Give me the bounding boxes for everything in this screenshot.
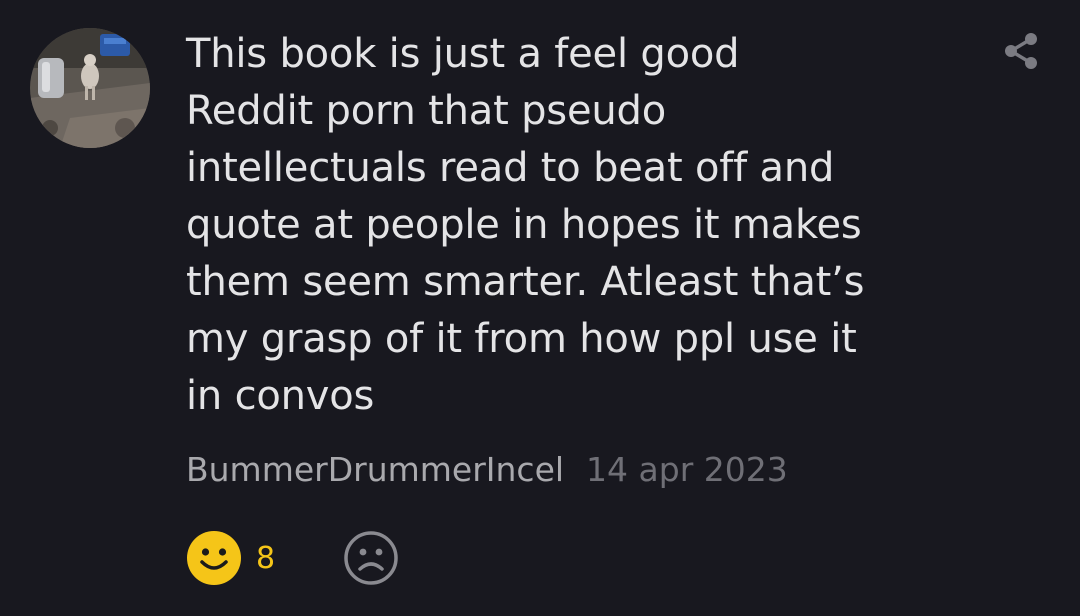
sad-face-icon xyxy=(344,531,398,585)
avatar-photo xyxy=(30,28,150,148)
like-count: 8 xyxy=(256,540,276,576)
smiley-face-icon xyxy=(187,531,241,585)
share-button[interactable] xyxy=(1000,30,1042,72)
author-name[interactable]: BummerDrummerIncel xyxy=(186,450,564,489)
like-button[interactable]: 8 xyxy=(186,530,275,586)
comment-meta: BummerDrummerIncel 14 apr 2023 xyxy=(186,446,788,494)
avatar[interactable] xyxy=(30,28,150,148)
share-icon xyxy=(1005,33,1037,69)
dislike-button[interactable] xyxy=(343,530,399,586)
comment-text: This book is just a feel good Reddit por… xyxy=(186,31,865,419)
comment-date: 14 apr 2023 xyxy=(586,450,788,489)
reaction-bar: 8 xyxy=(186,530,399,586)
comment-card: This book is just a feel good Reddit por… xyxy=(0,0,1080,616)
